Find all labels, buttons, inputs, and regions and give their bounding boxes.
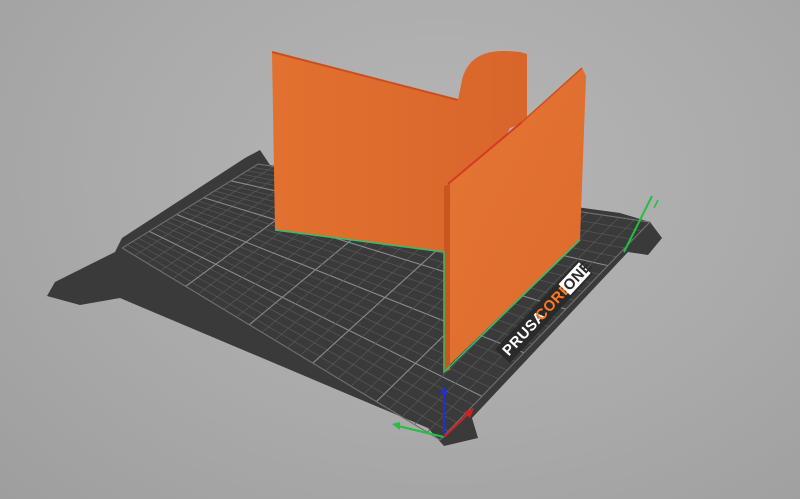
y-axis-arrow bbox=[392, 422, 400, 430]
3d-viewport[interactable]: PRUSA CORE ONE bbox=[0, 0, 800, 499]
scene-canvas[interactable]: PRUSA CORE ONE bbox=[0, 0, 800, 499]
model-wall-front-side bbox=[444, 184, 450, 372]
